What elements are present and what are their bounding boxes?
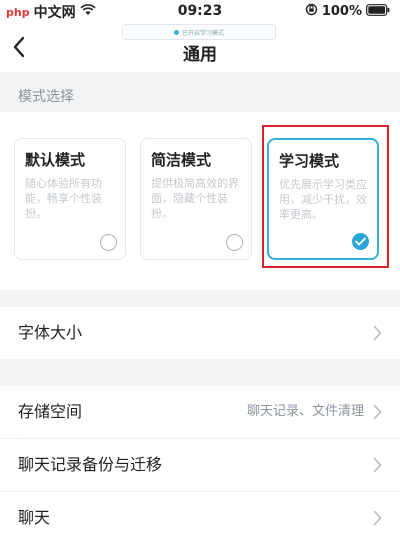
- mode-description: 提供极简高效的界面，隐藏个性装扮。: [151, 177, 239, 220]
- mode-title: 简洁模式: [151, 151, 212, 169]
- chevron-right-icon: [373, 325, 382, 341]
- row-storage[interactable]: 存储空间 聊天记录、文件清理: [0, 386, 400, 438]
- status-right: 100%: [305, 3, 390, 20]
- mode-card-default[interactable]: 默认模式 随心体验所有功能，畅享个性装扮。: [14, 138, 126, 260]
- row-chat[interactable]: 聊天: [0, 492, 400, 549]
- mode-description: 优先展示学习类应用，减少干扰，效率更高。: [279, 178, 367, 221]
- mode-hint-text: 已开启学习模式: [181, 29, 224, 37]
- radio-unchecked-icon[interactable]: [226, 234, 243, 251]
- battery-percent: 100%: [321, 4, 362, 19]
- mode-title: 学习模式: [279, 152, 340, 170]
- battery-icon: [366, 3, 390, 20]
- mode-hint-toast: 已开启学习模式: [122, 24, 276, 40]
- chevron-right-icon: [373, 404, 382, 420]
- row-chat-backup[interactable]: 聊天记录备份与迁移: [0, 439, 400, 491]
- mode-title: 默认模式: [25, 151, 86, 169]
- chevron-right-icon: [373, 457, 382, 473]
- row-label: 聊天: [18, 508, 51, 527]
- row-label: 存储空间: [18, 402, 83, 421]
- orientation-lock-icon: [305, 3, 318, 20]
- mode-description: 随心体验所有功能，畅享个性装扮。: [25, 177, 102, 220]
- mode-card-simple[interactable]: 简洁模式 提供极简高效的界面，隐藏个性装扮。: [140, 138, 252, 260]
- page-title: 通用: [183, 45, 217, 65]
- row-label: 聊天记录备份与迁移: [18, 455, 163, 474]
- hint-dot-icon: [173, 29, 179, 35]
- chevron-right-icon: [373, 510, 382, 526]
- row-value: 聊天记录、文件清理: [246, 404, 364, 419]
- row-font-size[interactable]: 字体大小: [0, 307, 400, 359]
- mode-card-study[interactable]: 学习模式 优先展示学习类应用，减少干扰，效率更高。: [267, 138, 379, 260]
- radio-checked-icon[interactable]: [352, 233, 369, 250]
- section-label-mode: 模式选择: [18, 89, 74, 105]
- radio-unchecked-icon[interactable]: [100, 234, 117, 251]
- status-bar: php 中文网 09:23 100%: [0, 0, 400, 24]
- row-label: 字体大小: [18, 323, 83, 342]
- nav-bar: 已开启学习模式 通用: [0, 24, 400, 72]
